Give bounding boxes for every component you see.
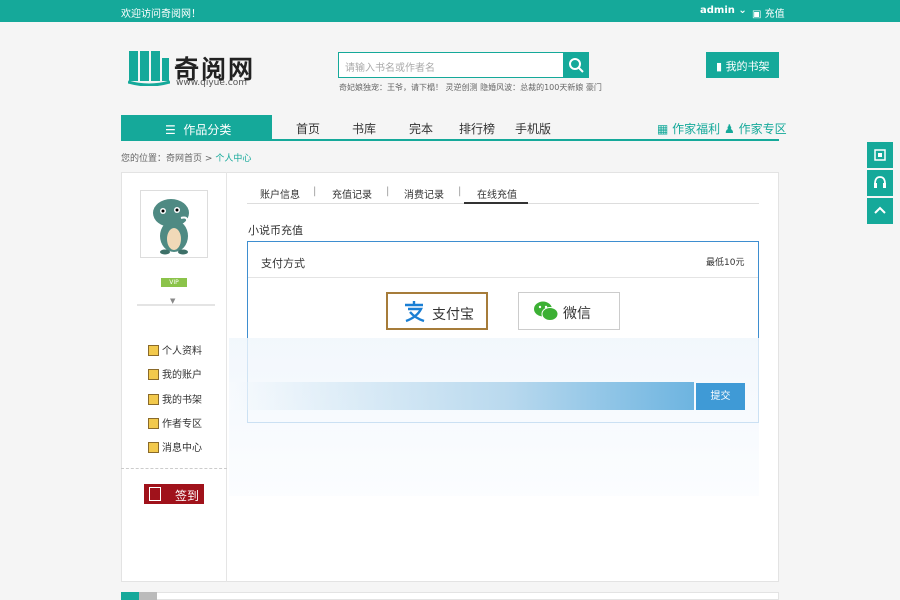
breadcrumb-separator: > [204,154,213,164]
service-icon [874,176,886,188]
recharge-link[interactable]: ▣ 充值 [752,5,785,20]
recharge-label: 充值 [764,9,785,20]
search-button[interactable] [563,52,589,78]
category-button[interactable]: ☰ 作品分类 [121,115,272,141]
nav-home[interactable]: 首页 [296,120,320,137]
author-zone-label: 作家专区 [738,122,787,136]
tab-separator: | [458,186,462,197]
tab-recharge-records[interactable]: 充值记录 [332,186,372,201]
tab-consumption-records[interactable]: 消费记录 [404,186,444,201]
blurred-amount-bar [229,382,694,410]
footer-panel [121,592,779,600]
sidebar-item-bookshelf[interactable]: 我的书架 [148,391,202,406]
author-welfare-label: 作家福利 [672,122,721,136]
bookshelf-icon [148,394,159,405]
alipay-icon [405,301,425,323]
user-menu[interactable]: admin ⌄ [700,5,747,16]
footer-tab-indicator [121,592,157,600]
wechat-label: 微信 [563,306,591,322]
profile-icon [148,345,159,356]
breadcrumb-home[interactable]: 奇网首页 [166,154,202,164]
sidebar-item-label: 我的书架 [162,395,202,406]
back-to-top-button[interactable] [867,198,893,224]
wechat-option[interactable]: 微信 [518,292,620,330]
sidebar-item-label: 作者专区 [162,419,202,430]
breadcrumb: 您的位置：奇网首页 > 个人中心 [121,151,251,164]
payment-header-divider [248,277,758,278]
breadcrumb-current[interactable]: 个人中心 [215,154,251,164]
sidebar-item-label: 个人资料 [162,346,202,357]
message-icon [148,442,159,453]
avatar[interactable] [140,190,208,258]
author-icon [148,418,159,429]
recharge-icon: ▣ [752,9,762,20]
back-to-top-icon [874,206,886,214]
tab-online-recharge[interactable]: 在线充值 [477,186,517,201]
sidebar-item-label: 消息中心 [162,443,202,454]
menu-icon: ☰ [165,123,176,137]
nav-completed[interactable]: 完本 [409,120,433,137]
tab-separator: | [313,186,317,197]
welcome-text: 欢迎访问奇阅网！ [121,9,201,20]
author-zone-link[interactable]: ♟ 作家专区 [724,120,787,137]
qrcode-button[interactable] [867,142,893,168]
user-icon: ♟ [724,122,735,136]
search-placeholder: 请输入书名或作者名 [345,63,435,74]
alipay-option[interactable]: 支付宝 [386,292,488,330]
username: admin [700,5,735,16]
avatar-monster-image [153,199,189,255]
logo-url: www.qiyue.com [176,78,247,88]
breadcrumb-prefix: 您的位置： [121,154,167,164]
payment-method-label: 支付方式 [261,257,305,270]
top-bar: 欢迎访问奇阅网！ admin ⌄ ▣ 充值 [0,0,900,22]
minimum-amount: 最低10元 [706,258,745,268]
my-bookshelf-button[interactable]: ▮ 我的书架 [706,52,779,78]
submit-button[interactable]: 提交 [696,383,745,410]
sidebar-item-label: 我的账户 [162,370,202,381]
sidebar-item-author-zone[interactable]: 作者专区 [148,415,202,430]
qrcode-icon [874,149,886,161]
service-button[interactable] [867,170,893,196]
book-icon: ▮ [716,60,723,73]
nav-mobile[interactable]: 手机版 [515,120,551,137]
sidebar-item-profile[interactable]: 个人资料 [148,342,202,357]
blurred-overlay [229,338,759,496]
tab-account-info[interactable]: 账户信息 [260,186,300,201]
author-welfare-link[interactable]: ▦ 作家福利 [657,120,720,137]
calendar-icon [149,487,161,501]
tab-active-indicator [464,202,528,204]
tab-separator: | [386,186,390,197]
alipay-label: 支付宝 [432,307,474,323]
vip-badge: VIP [161,278,187,287]
wechat-icon [534,301,559,321]
chevron-down-icon: ⌄ [738,5,747,16]
account-icon [148,369,159,380]
signin-label: 签到 [175,489,200,503]
sidebar-divider [137,304,215,306]
hot-searches[interactable]: 奇妃娘独宠：王爷，请下榻！ 灵逆创测 隐婚风波：总裁的100天新娘 豪门 [339,82,602,93]
search-icon [569,58,584,73]
sidebar-item-account[interactable]: 我的账户 [148,366,202,381]
gift-icon: ▦ [657,122,669,136]
sidebar-item-messages[interactable]: 消息中心 [148,439,202,454]
sidebar-dashed-divider [121,468,227,469]
section-title: 小说币充值 [248,224,303,237]
nav-library[interactable]: 书库 [352,120,376,137]
category-label: 作品分类 [183,123,232,137]
nav-ranking[interactable]: 排行榜 [459,120,495,137]
logo-book-icon[interactable] [128,50,170,86]
shelf-label: 我的书架 [725,60,770,73]
search-input[interactable]: 请输入书名或作者名 [338,52,564,78]
